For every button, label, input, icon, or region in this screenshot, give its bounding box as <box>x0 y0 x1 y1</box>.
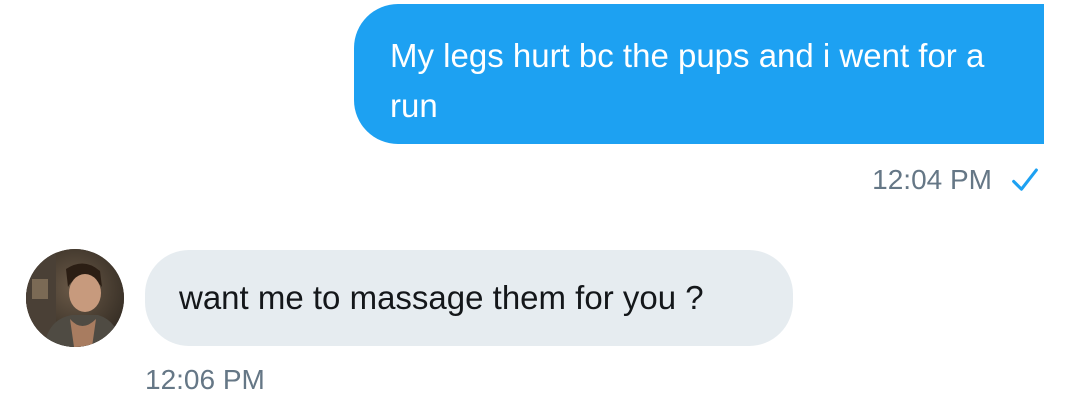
avatar-image <box>26 249 124 347</box>
conversation-view: My legs hurt bc the pups and i went for … <box>0 0 1076 408</box>
incoming-message-text: want me to massage them for you ? <box>179 279 704 316</box>
outgoing-message-meta: 12:04 PM <box>872 160 1042 200</box>
incoming-timestamp: 12:06 PM <box>145 364 265 395</box>
outgoing-message-bubble[interactable]: My legs hurt bc the pups and i went for … <box>354 4 1044 144</box>
avatar[interactable] <box>26 249 124 347</box>
outgoing-message-text: My legs hurt bc the pups and i went for … <box>390 37 985 124</box>
incoming-message-bubble[interactable]: want me to massage them for you ? <box>145 250 793 346</box>
outgoing-timestamp: 12:04 PM <box>872 164 992 195</box>
check-icon <box>1012 168 1038 191</box>
